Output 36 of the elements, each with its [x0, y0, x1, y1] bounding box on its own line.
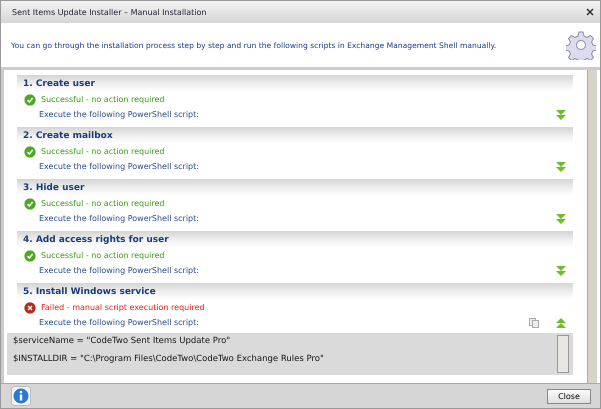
check-icon — [24, 94, 36, 106]
execute-label: Execute the following PowerShell script: — [39, 214, 200, 223]
status-text: Failed - manual script execution required — [41, 303, 205, 312]
status-text: Successful - no action required — [41, 95, 164, 104]
script-line: $INSTALLDIR = "C:\Program Files\CodeTwo\CodeTwo Exchange Rules Pro" — [13, 354, 325, 364]
script-line: $serviceName = "CodeTwo Sent Items Update Pro" — [13, 336, 232, 346]
status-text: Successful - no action required — [41, 251, 164, 260]
step-header: 3. Hide user — [17, 179, 573, 196]
step-header: 4. Add access rights for user — [17, 231, 573, 248]
expand-icon[interactable] — [555, 108, 567, 120]
gear-icon — [566, 30, 596, 60]
info-icon[interactable] — [11, 386, 31, 406]
close-button[interactable]: Close — [547, 388, 591, 404]
window-title: Sent Items Update Installer – Manual Installation — [12, 8, 206, 16]
close-icon[interactable] — [586, 8, 594, 16]
step-header: 1. Create user — [17, 75, 573, 92]
expand-icon[interactable] — [555, 160, 567, 172]
execute-label: Execute the following PowerShell script: — [39, 110, 200, 119]
status-text: Successful - no action required — [41, 199, 164, 208]
scrollbar[interactable] — [557, 335, 569, 373]
script-box[interactable]: $serviceName = "CodeTwo Sent Items Update Pro" $INSTALLDIR = "C:\Program Files\CodeTwo\CodeTwo Exchange Rules Pro" — [7, 333, 573, 375]
step-header: 2. Create mailbox — [17, 127, 573, 144]
execute-label: Execute the following PowerShell script: — [39, 318, 200, 327]
check-icon — [24, 250, 36, 262]
execute-label: Execute the following PowerShell script: — [39, 266, 200, 275]
error-icon — [24, 302, 36, 314]
status-text: Successful - no action required — [41, 147, 164, 156]
execute-label: Execute the following PowerShell script: — [39, 162, 200, 171]
check-icon — [24, 198, 36, 210]
collapse-icon[interactable] — [555, 316, 567, 328]
check-icon — [24, 146, 36, 158]
step-header: 5. Install Windows service — [17, 283, 573, 300]
expand-icon[interactable] — [555, 212, 567, 224]
copy-icon[interactable] — [529, 318, 539, 328]
scrollbar[interactable] — [587, 70, 597, 383]
expand-icon[interactable] — [555, 264, 567, 276]
